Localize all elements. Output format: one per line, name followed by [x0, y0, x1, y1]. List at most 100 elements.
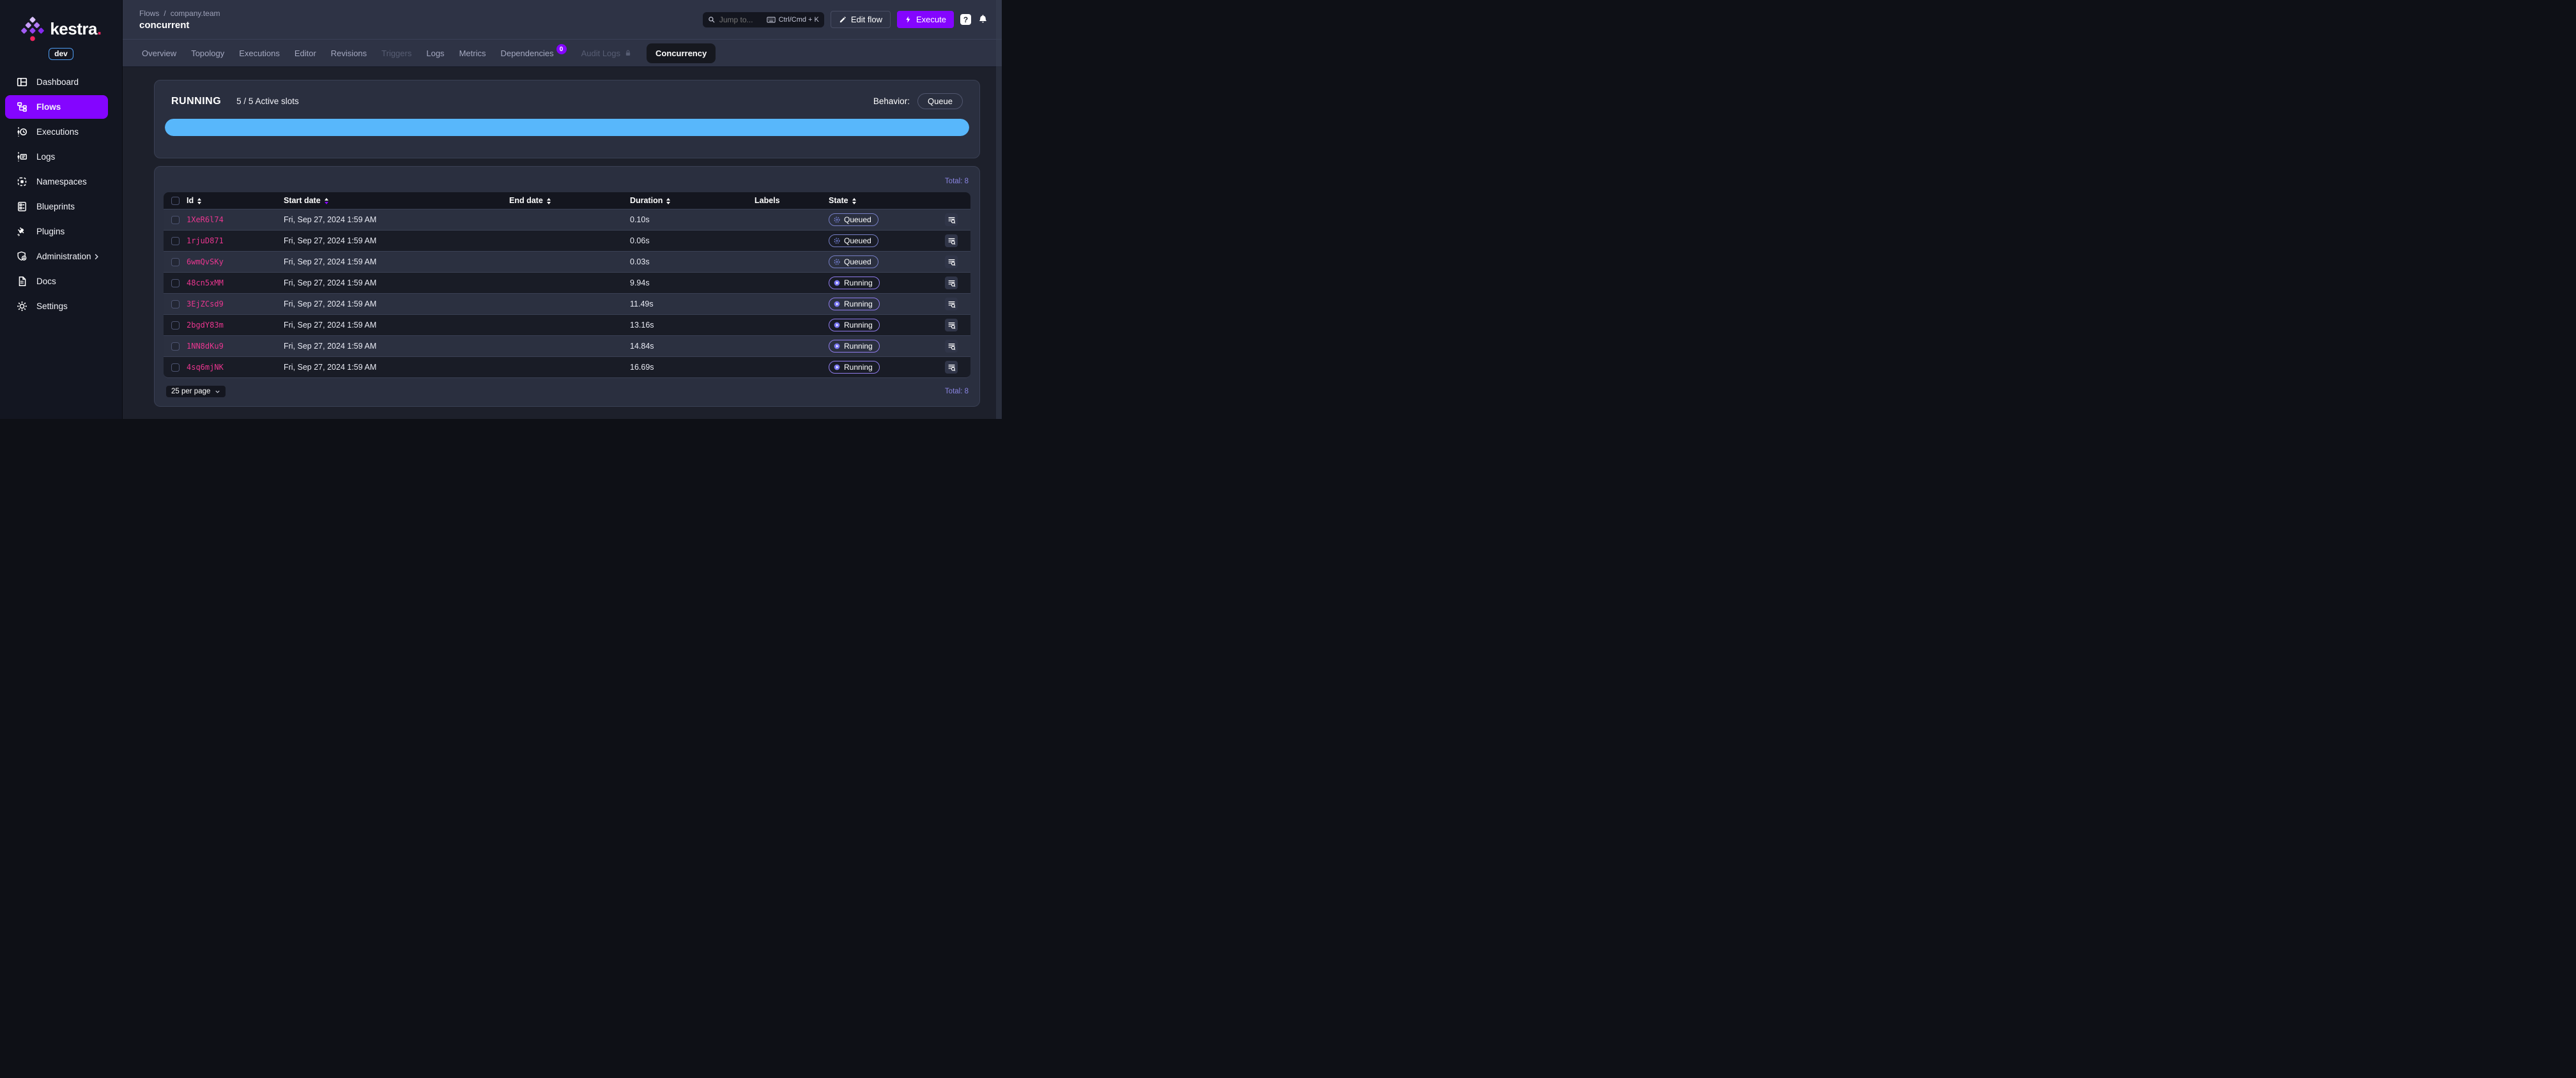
- tab-audit-logs: Audit Logs: [581, 49, 632, 58]
- column-header-state[interactable]: State: [829, 196, 945, 205]
- row-checkbox[interactable]: [171, 363, 180, 372]
- duration-cell: 0.10s: [630, 215, 650, 224]
- sort-icon: [546, 197, 551, 204]
- tab-dependencies[interactable]: Dependencies 0: [500, 44, 567, 58]
- kestra-logo[interactable]: kestra.: [0, 15, 122, 42]
- execution-id-link[interactable]: 1XeR6l74: [187, 215, 224, 224]
- row-checkbox[interactable]: [171, 321, 180, 330]
- sidebar-item-docs[interactable]: Docs: [5, 270, 108, 293]
- execution-id-link[interactable]: 6wmQvSKy: [187, 257, 224, 266]
- concurrency-state-title: RUNNING: [171, 95, 222, 107]
- file-document-icon: [17, 276, 27, 287]
- row-details-button[interactable]: [945, 277, 958, 289]
- row-checkbox[interactable]: [171, 300, 180, 308]
- breadcrumb-namespace-link[interactable]: company.team: [171, 9, 220, 18]
- row-details-button[interactable]: [945, 319, 958, 331]
- select-all-checkbox[interactable]: [171, 196, 180, 205]
- per-page-select[interactable]: 25 per page: [166, 386, 226, 397]
- tab-overview[interactable]: Overview: [142, 49, 176, 58]
- column-header-duration[interactable]: Duration: [630, 196, 755, 205]
- row-checkbox[interactable]: [171, 236, 180, 245]
- tab-metrics[interactable]: Metrics: [459, 49, 486, 58]
- execution-row: 3EjZCsd9 Fri, Sep 27, 2024 1:59 AM 11.49…: [164, 293, 970, 314]
- row-checkbox[interactable]: [171, 257, 180, 266]
- gear-icon: [17, 301, 27, 312]
- start-date-cell: Fri, Sep 27, 2024 1:59 AM: [284, 342, 377, 351]
- start-date-cell: Fri, Sep 27, 2024 1:59 AM: [284, 236, 377, 245]
- edit-flow-button[interactable]: Edit flow: [830, 11, 891, 28]
- sidebar-item-namespaces[interactable]: Namespaces: [5, 170, 108, 194]
- keyboard-shortcut: Ctrl/Cmd + K: [766, 15, 819, 24]
- column-header-id[interactable]: Id: [187, 196, 284, 205]
- execution-id-link[interactable]: 48cn5xMM: [187, 278, 224, 287]
- execution-id-link[interactable]: 1NN8dKu9: [187, 342, 224, 351]
- help-icon[interactable]: ?: [960, 14, 971, 25]
- tab-topology[interactable]: Topology: [191, 49, 224, 58]
- jump-to-input[interactable]: [719, 15, 763, 24]
- jump-to-search[interactable]: Ctrl/Cmd + K: [702, 11, 824, 27]
- scrollbar[interactable]: [996, 0, 1002, 419]
- sort-icon: [666, 197, 671, 204]
- duration-cell: 9.94s: [630, 278, 650, 287]
- tab-revisions[interactable]: Revisions: [331, 49, 367, 58]
- execution-id-link[interactable]: 1rjuD871: [187, 236, 224, 245]
- kestra-app: kestra. dev Dashboard Flows Executions L…: [0, 0, 1002, 419]
- execute-button[interactable]: Execute: [897, 11, 954, 28]
- page-heading: Flows / company.team concurrent: [139, 9, 220, 31]
- row-checkbox[interactable]: [171, 215, 180, 224]
- execution-row: 1XeR6l74 Fri, Sep 27, 2024 1:59 AM 0.10s…: [164, 209, 970, 230]
- view-dashboard-icon: [17, 77, 27, 87]
- notifications-bell-icon[interactable]: [977, 14, 989, 26]
- row-details-button[interactable]: [945, 361, 958, 374]
- sidebar-nav: Dashboard Flows Executions Logs Namespac…: [0, 70, 122, 318]
- behavior-value-pill[interactable]: Queue: [917, 93, 963, 109]
- queued-state-icon: [833, 216, 841, 224]
- running-state-icon: [833, 342, 841, 350]
- kestra-logo-mark-icon: [20, 15, 45, 42]
- sidebar-item-settings[interactable]: Settings: [5, 294, 108, 318]
- chevron-right-icon: [93, 253, 100, 261]
- total-count-top: Total: 8: [944, 178, 969, 185]
- row-details-button[interactable]: [945, 298, 958, 310]
- row-checkbox[interactable]: [171, 342, 180, 351]
- column-header-end-date[interactable]: End date: [509, 196, 630, 205]
- row-details-button[interactable]: [945, 234, 958, 247]
- sidebar-item-label: Settings: [36, 301, 68, 311]
- sidebar-item-executions[interactable]: Executions: [5, 120, 108, 144]
- execution-id-link[interactable]: 2bgdY83m: [187, 321, 224, 330]
- sidebar-item-label: Administration: [36, 252, 91, 261]
- sidebar-item-blueprints[interactable]: Blueprints: [5, 195, 108, 218]
- pencil-icon: [839, 16, 847, 24]
- tab-executions[interactable]: Executions: [239, 49, 280, 58]
- executions-table: Id Start date End date Duration Labels S…: [164, 192, 970, 378]
- lock-icon: [624, 49, 632, 57]
- sidebar-item-plugins[interactable]: Plugins: [5, 220, 108, 243]
- sidebar-item-label: Flows: [36, 102, 61, 112]
- power-plug-icon: [17, 226, 27, 237]
- execution-id-link[interactable]: 4sq6mjNK: [187, 363, 224, 372]
- state-badge: Running: [829, 361, 880, 374]
- sidebar-item-logs[interactable]: Logs: [5, 145, 108, 169]
- start-date-cell: Fri, Sep 27, 2024 1:59 AM: [284, 321, 377, 330]
- sidebar-item-administration[interactable]: Administration: [5, 245, 108, 268]
- tab-logs[interactable]: Logs: [426, 49, 444, 58]
- slots-progress-fill: [165, 119, 969, 136]
- start-date-cell: Fri, Sep 27, 2024 1:59 AM: [284, 215, 377, 224]
- sidebar-item-flows[interactable]: Flows: [5, 95, 108, 119]
- row-details-button[interactable]: [945, 255, 958, 268]
- sort-icon: [852, 197, 856, 204]
- row-details-button[interactable]: [945, 340, 958, 353]
- tab-editor[interactable]: Editor: [295, 49, 316, 58]
- slots-progress-bar: [165, 119, 969, 136]
- row-checkbox[interactable]: [171, 278, 180, 287]
- breadcrumb-flows-link[interactable]: Flows: [139, 9, 159, 18]
- column-header-start-date[interactable]: Start date: [284, 196, 509, 205]
- sidebar-item-dashboard[interactable]: Dashboard: [5, 70, 108, 94]
- duration-cell: 16.69s: [630, 363, 654, 372]
- row-details-button[interactable]: [945, 213, 958, 226]
- timeline-clock-icon: [17, 126, 27, 137]
- running-state-icon: [833, 279, 841, 287]
- execution-id-link[interactable]: 3EjZCsd9: [187, 300, 224, 308]
- tab-concurrency[interactable]: Concurrency: [647, 43, 716, 63]
- column-header-labels: Labels: [755, 196, 780, 205]
